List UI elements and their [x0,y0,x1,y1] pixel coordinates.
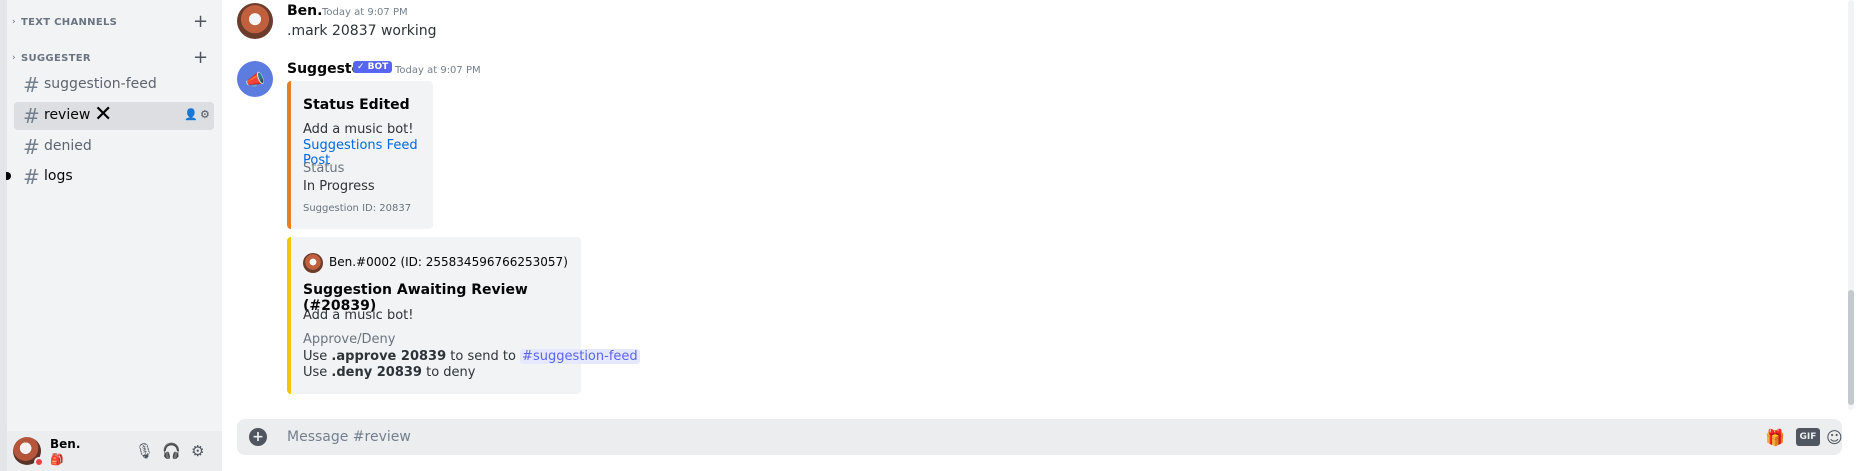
gear-icon[interactable]: ⚙ [200,108,210,121]
text-prefix: Use [303,349,332,364]
emoji-icon[interactable]: ☺ [1826,428,1843,447]
server-rail [0,0,7,471]
channel-name: denied [44,138,92,154]
category-label: SUGGESTER [21,52,91,64]
embed-field-line-deny: Use .deny 20839 to deny [303,365,475,380]
message-composer: + 🎁 GIF ☺ [237,419,1843,455]
add-file-icon[interactable]: + [249,428,267,446]
embed-status-edited: Status Edited Add a music bot! Suggestio… [287,81,433,229]
channel-sidebar: › TEXT CHANNELS + › SUGGESTER + # sugges… [6,0,222,471]
embed-field-value: In Progress [303,179,375,194]
message-timestamp: Today at 9:07 PM [395,65,481,76]
text-prefix: Use [303,365,332,380]
gif-icon[interactable]: GIF [1796,428,1820,446]
embed-field-line-approve: Use .approve 20839 to send to #suggestio… [303,349,640,364]
embed-description: Add a music bot! [303,308,414,323]
chevron-right-icon: › [12,17,16,27]
chat-area: Ben. Today at 9:07 PM .mark 20837 workin… [222,0,1857,471]
embed-field-name: Status [303,161,345,176]
message-timestamp: Today at 9:07 PM [322,7,408,18]
embed-author: Ben.#0002 (ID: 255834596766253057) [329,255,568,269]
message-author[interactable]: Ben. [287,3,322,19]
hash-icon: # [23,165,40,189]
plus-icon[interactable]: + [193,49,208,67]
embed-title: Status Edited [303,97,410,113]
user-panel: Ben. 🎒 🎙 🎧 ⚙ [7,431,222,471]
status-dnd-icon [34,457,44,467]
channel-name: suggestion-feed [44,76,157,92]
embed-field-name: Approve/Deny [303,332,396,347]
avatar [303,253,323,273]
scrollbar-thumb[interactable] [1848,290,1854,405]
text-mid: to send to [446,349,521,364]
hash-icon: # [23,135,40,159]
close-icon[interactable]: ✕ [94,102,112,128]
embed-description: Add a music bot! [303,122,414,137]
command-approve: .approve 20839 [331,349,447,364]
channel-name: review [44,107,91,123]
message-content: .mark 20837 working [287,23,437,39]
channel-logs[interactable]: # logs [14,163,214,191]
category-suggester[interactable]: › SUGGESTER + [7,48,222,68]
channel-mention[interactable]: #suggestion-feed [520,349,640,364]
channel-denied[interactable]: # denied [14,133,214,161]
deafen-icon[interactable]: 🎧 [162,442,181,460]
channel-name: logs [44,168,73,184]
bot-badge: ✓ BOT [353,61,393,73]
gear-icon[interactable]: ⚙ [191,442,204,460]
message-input[interactable] [287,427,1687,447]
discord-app: › TEXT CHANNELS + › SUGGESTER + # sugges… [0,0,1857,471]
command-deny: .deny 20839 [331,365,422,380]
category-text-channels[interactable]: › TEXT CHANNELS + [7,12,222,32]
embed-awaiting-review: Ben.#0002 (ID: 255834596766253057) Sugge… [287,237,640,394]
hash-icon: # [23,104,40,128]
gift-icon[interactable]: 🎁 [1765,428,1785,447]
avatar[interactable] [237,3,273,39]
channel-suggestion-feed[interactable]: # suggestion-feed [14,71,214,99]
hash-icon: # [23,73,40,97]
add-member-icon[interactable]: 👤 [184,108,198,121]
channel-review[interactable]: # review ✕ 👤 ⚙ [14,102,214,130]
plus-icon[interactable]: + [193,13,208,31]
mute-mic-icon[interactable]: 🎙 [135,442,154,460]
category-label: TEXT CHANNELS [21,16,118,28]
chevron-down-icon: › [12,53,16,63]
megaphone-icon: 📣 [245,69,265,89]
text-suffix: to deny [421,365,476,380]
username: Ben. [50,437,81,451]
unread-indicator [6,172,11,180]
embed-footer: Suggestion ID: 20837 [303,203,412,214]
custom-status: 🎒 [50,453,64,466]
avatar[interactable]: 📣 [237,61,273,97]
